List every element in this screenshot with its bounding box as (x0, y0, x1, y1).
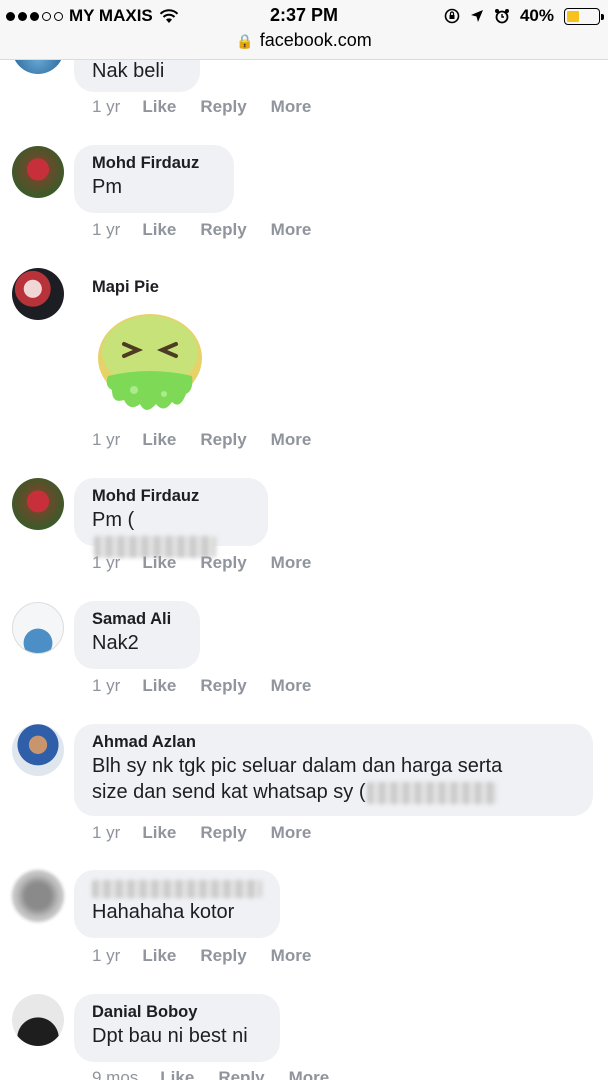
url-text: facebook.com (259, 30, 372, 50)
avatar[interactable] (12, 994, 64, 1046)
comment-actions: 1 yr Like Reply More (92, 430, 335, 450)
comment-text-visible: Pm ( (92, 509, 135, 531)
redacted-phone-number (367, 781, 498, 804)
comment-text: Dpt bau ni best ni (92, 1025, 248, 1047)
like-button[interactable]: Like (142, 220, 176, 240)
comment-text-visible: size dan send kat whatsap sy ( (92, 781, 366, 803)
comment-author[interactable] (92, 877, 262, 899)
status-bar: MY MAXIS 2:37 PM 40% 🔒 facebook.com (0, 0, 608, 60)
more-button[interactable]: More (271, 553, 312, 573)
comment-text: Pm ( (92, 507, 250, 559)
more-button[interactable]: More (289, 1068, 330, 1080)
sick-face-sticker[interactable] (94, 310, 206, 416)
like-button[interactable]: Like (142, 430, 176, 450)
comment-time: 1 yr (92, 676, 121, 695)
reply-button[interactable]: Reply (218, 1068, 264, 1080)
location-arrow-icon (470, 10, 483, 22)
avatar[interactable] (12, 870, 64, 922)
comment-time: 1 yr (92, 823, 121, 842)
comment-time: 1 yr (92, 553, 121, 572)
reply-button[interactable]: Reply (200, 946, 246, 966)
reply-button[interactable]: Reply (200, 97, 246, 117)
comment-text: Blh sy nk tgk pic seluar dalam dan harga… (92, 755, 503, 777)
status-icons: 40% (444, 6, 604, 26)
comment-author[interactable]: Ahmad Azlan (92, 731, 575, 753)
avatar[interactable] (12, 724, 64, 776)
like-button[interactable]: Like (142, 823, 176, 843)
comment-bubble[interactable]: Hahahaha kotor (74, 870, 280, 938)
like-button[interactable]: Like (142, 97, 176, 117)
like-button[interactable]: Like (142, 676, 176, 696)
comment-actions: 1 yr Like Reply More (92, 946, 335, 966)
battery-percent: 40% (519, 6, 554, 25)
reply-button[interactable]: Reply (200, 676, 246, 696)
comment-author[interactable]: Mohd Firdauz (92, 485, 250, 507)
like-button[interactable]: Like (160, 1068, 194, 1080)
comment-bubble[interactable]: Samad Ali Nak2 (74, 601, 200, 669)
comment-time: 1 yr (92, 220, 121, 239)
comment-text: Nak2 (92, 632, 139, 654)
avatar[interactable] (12, 268, 64, 320)
comment-actions: 1 yr Like Reply More (92, 823, 335, 843)
battery-icon (564, 7, 604, 25)
comment-author[interactable]: Danial Boboy (92, 1001, 262, 1023)
more-button[interactable]: More (271, 430, 312, 450)
more-button[interactable]: More (271, 220, 312, 240)
reply-button[interactable]: Reply (200, 430, 246, 450)
avatar[interactable] (12, 146, 64, 198)
more-button[interactable]: More (271, 946, 312, 966)
comment-author[interactable]: Mohd Firdauz (92, 152, 216, 174)
comment-time: 9 mos (92, 1068, 139, 1080)
comment-time: 1 yr (92, 430, 121, 449)
comment-bubble[interactable]: Mohd Firdauz Pm ( (74, 478, 268, 558)
url-bar[interactable]: 🔒 facebook.com (0, 30, 608, 51)
comment-author[interactable]: Samad Ali (92, 608, 182, 630)
comment-actions: 1 yr Like Reply More (92, 553, 335, 573)
comment-time: 1 yr (92, 97, 121, 116)
comment-bubble[interactable]: Ahmad Azlan Blh sy nk tgk pic seluar dal… (74, 724, 593, 816)
more-button[interactable]: More (271, 676, 312, 696)
reply-button[interactable]: Reply (200, 220, 246, 240)
comment-time: 1 yr (92, 946, 121, 965)
rotation-lock-icon (444, 8, 460, 24)
comment-bubble[interactable]: Mohd Firdauz Pm (74, 145, 234, 213)
lock-icon: 🔒 (236, 33, 254, 49)
reply-button[interactable]: Reply (200, 553, 246, 573)
comment-bubble[interactable]: Danial Boboy Dpt bau ni best ni (74, 994, 280, 1062)
comment-author[interactable]: Mapi Pie (92, 276, 159, 298)
like-button[interactable]: Like (142, 553, 176, 573)
battery-fill (567, 10, 579, 22)
more-button[interactable]: More (271, 823, 312, 843)
alarm-icon (494, 9, 509, 24)
reply-button[interactable]: Reply (200, 823, 246, 843)
comment-actions: 1 yr Like Reply More (92, 220, 335, 240)
like-button[interactable]: Like (142, 946, 176, 966)
avatar[interactable] (12, 478, 64, 530)
comment-text: Hahahaha kotor (92, 901, 235, 923)
more-button[interactable]: More (271, 97, 312, 117)
comment-actions: 9 mos Like Reply More (92, 1068, 353, 1080)
comment-text: Nak beli (92, 60, 165, 82)
comment-text: size dan send kat whatsap sy ( (92, 779, 575, 805)
comment-actions: 1 yr Like Reply More (92, 676, 335, 696)
comment-text: Pm (92, 176, 122, 198)
avatar[interactable] (12, 602, 64, 654)
comment-actions: 1 yr Like Reply More (92, 97, 335, 117)
redacted-author-name (92, 879, 262, 898)
